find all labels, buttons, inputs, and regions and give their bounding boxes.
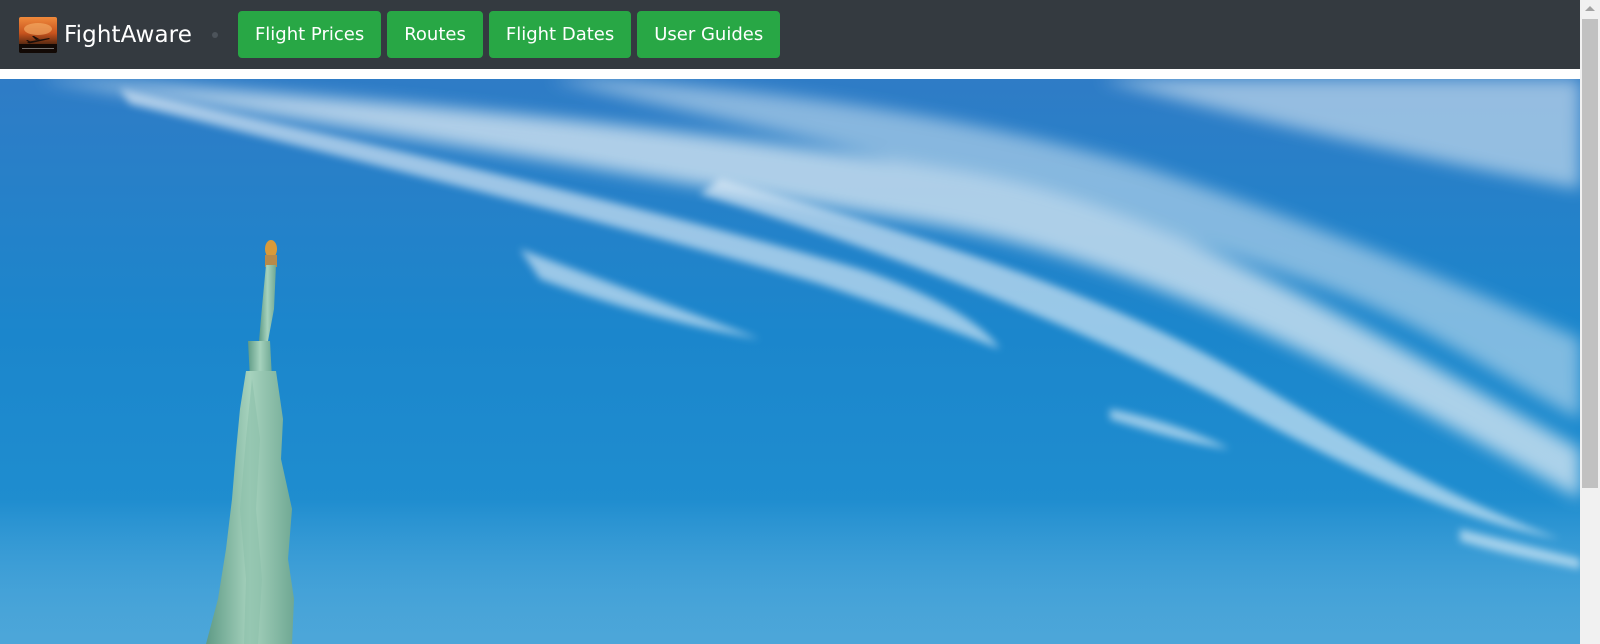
sunset-airplane-logo-icon bbox=[19, 16, 57, 53]
flight-dates-button[interactable]: Flight Dates bbox=[488, 11, 632, 58]
statue-of-liberty-sky-image bbox=[0, 79, 1580, 644]
brand-name: FightAware bbox=[64, 21, 192, 48]
user-guides-button[interactable]: User Guides bbox=[637, 11, 781, 58]
hero-image bbox=[0, 79, 1580, 644]
nav-separator-dot bbox=[211, 31, 218, 38]
navbar-divider bbox=[0, 69, 1580, 79]
nav-button-group: Flight Prices Routes Flight Dates User G… bbox=[237, 11, 781, 58]
top-navbar: FightAware Flight Prices Routes Flight D… bbox=[0, 0, 1580, 69]
scrollbar-thumb[interactable] bbox=[1582, 19, 1598, 488]
flight-prices-button[interactable]: Flight Prices bbox=[237, 11, 382, 58]
brand[interactable]: FightAware bbox=[19, 15, 192, 55]
vertical-scrollbar[interactable] bbox=[1580, 0, 1600, 644]
page: FightAware Flight Prices Routes Flight D… bbox=[0, 0, 1600, 644]
routes-button[interactable]: Routes bbox=[387, 11, 483, 58]
scroll-up-arrow-icon[interactable] bbox=[1580, 0, 1600, 17]
